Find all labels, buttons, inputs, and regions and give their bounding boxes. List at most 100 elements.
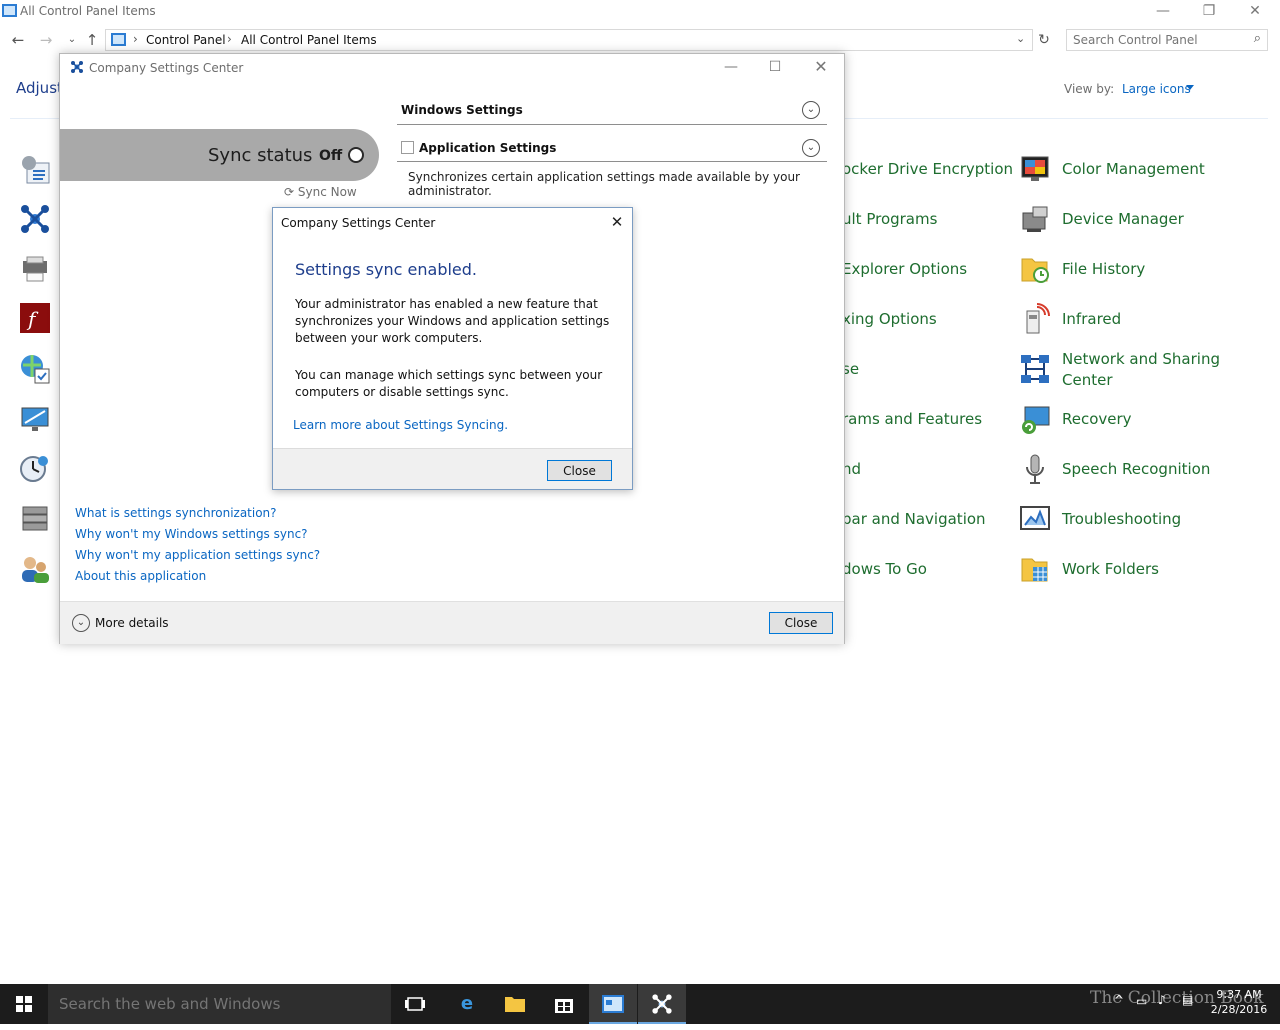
section-divider: [397, 161, 827, 162]
cp-item-default-programs[interactable]: ult Programs: [842, 210, 937, 228]
tray-chevron-icon[interactable]: ^: [1114, 993, 1124, 1007]
display-icon[interactable]: [19, 403, 51, 435]
control-panel-title-bar: All Control Panel Items — ❐ ✕: [0, 0, 1280, 24]
section-divider: [397, 124, 827, 125]
user-accounts-icon[interactable]: [19, 553, 51, 585]
up-arrow-icon[interactable]: ↑: [82, 30, 102, 50]
taskbar-search-box[interactable]: [48, 984, 391, 1024]
link-application-sync[interactable]: Why won't my application settings sync?: [75, 548, 320, 562]
sync-status-label: Sync status: [208, 145, 313, 166]
view-by-dropdown[interactable]: Large icons: [1122, 82, 1191, 96]
cp-item-network-sharing-line2[interactable]: Center: [1062, 371, 1113, 389]
windows-settings-header[interactable]: Windows Settings: [401, 103, 523, 117]
device-manager-icon[interactable]: [1019, 203, 1051, 235]
restore-button[interactable]: ❐: [1186, 0, 1232, 24]
company-settings-taskbar-icon[interactable]: [638, 984, 686, 1024]
csc-close-footer-button[interactable]: Close: [769, 612, 833, 634]
troubleshooting-icon[interactable]: [1019, 503, 1051, 535]
search-box[interactable]: ⌕: [1066, 29, 1268, 51]
link-what-is-sync[interactable]: What is settings synchronization?: [75, 506, 277, 520]
devices-and-printers-icon[interactable]: [19, 253, 51, 285]
file-explorer-icon[interactable]: [491, 984, 539, 1024]
recovery-icon[interactable]: [1019, 403, 1051, 435]
company-settings-center-icon[interactable]: [19, 203, 51, 235]
cp-item-file-explorer-options[interactable]: Explorer Options: [842, 260, 967, 278]
recent-locations-chevron-icon[interactable]: ⌄: [62, 30, 82, 50]
application-settings-header[interactable]: Application Settings: [419, 141, 556, 155]
view-by-label: View by:: [1064, 82, 1115, 96]
link-about-application[interactable]: About this application: [75, 569, 206, 583]
company-settings-center-small-icon: [71, 61, 83, 73]
dialog-close-icon[interactable]: ✕: [607, 213, 627, 233]
administrative-tools-icon[interactable]: [19, 153, 51, 185]
network-sharing-icon[interactable]: [1019, 353, 1051, 385]
taskbar-search-input[interactable]: [59, 994, 379, 1014]
address-bar-row: ← → ⌄ ↑ › Control Panel › All Control Pa…: [0, 28, 1280, 52]
dialog-footer: Close: [273, 448, 632, 489]
cp-item-device-manager[interactable]: Device Manager: [1062, 210, 1184, 228]
store-icon[interactable]: [540, 984, 588, 1024]
speech-recognition-icon[interactable]: [1019, 453, 1051, 485]
minimize-button[interactable]: —: [1140, 0, 1186, 24]
network-tray-icon[interactable]: ▭: [1136, 994, 1147, 1008]
cp-item-work-folders[interactable]: Work Folders: [1062, 560, 1159, 578]
close-button[interactable]: ✕: [1232, 0, 1278, 24]
dialog-close-button[interactable]: Close: [547, 460, 612, 481]
breadcrumb-separator-icon[interactable]: ›: [133, 32, 138, 46]
learn-more-link[interactable]: Learn more about Settings Syncing.: [293, 418, 508, 432]
cp-item-network-sharing[interactable]: Network and Sharing: [1062, 350, 1220, 368]
sync-now-button[interactable]: ⟳ Sync Now: [284, 185, 357, 199]
task-view-icon[interactable]: [391, 984, 439, 1024]
cp-item-troubleshooting[interactable]: Troubleshooting: [1062, 510, 1181, 528]
flash-player-icon[interactable]: f: [19, 302, 51, 334]
view-by-caret-icon[interactable]: [1186, 85, 1194, 90]
breadcrumb-separator-icon[interactable]: ›: [227, 32, 232, 46]
address-dropdown-chevron-icon[interactable]: ⌄: [1016, 32, 1025, 45]
more-details-label[interactable]: More details: [95, 616, 169, 630]
storage-spaces-icon[interactable]: [19, 503, 51, 535]
cp-item-color-management[interactable]: Color Management: [1062, 160, 1205, 178]
start-windows-icon[interactable]: [0, 984, 48, 1024]
control-panel-taskbar-icon[interactable]: [589, 984, 637, 1024]
csc-close-button[interactable]: ✕: [798, 56, 844, 80]
cp-item-indexing-options[interactable]: xing Options: [842, 310, 937, 328]
windows-settings-expand-chevron-icon[interactable]: ⌄: [802, 101, 820, 119]
work-folders-icon[interactable]: [1019, 553, 1051, 585]
cp-item-windows-to-go[interactable]: dows To Go: [842, 560, 927, 578]
csc-maximize-button[interactable]: ☐: [752, 56, 798, 80]
address-box[interactable]: › Control Panel › All Control Panel Item…: [105, 29, 1033, 51]
cp-item-taskbar-navigation[interactable]: bar and Navigation: [842, 510, 986, 528]
cp-item-recovery[interactable]: Recovery: [1062, 410, 1132, 428]
tray-clock[interactable]: 9:37 AM 2/28/2016: [1200, 987, 1278, 1017]
sync-toggle[interactable]: [348, 147, 364, 163]
color-management-icon[interactable]: [1019, 153, 1051, 185]
forward-arrow-icon[interactable]: →: [36, 30, 56, 50]
cp-item-speech-recognition[interactable]: Speech Recognition: [1062, 460, 1210, 478]
more-details-chevron-icon[interactable]: ⌄: [72, 614, 90, 632]
breadcrumb-all-items[interactable]: All Control Panel Items: [241, 33, 377, 47]
breadcrumb-control-panel[interactable]: Control Panel: [146, 33, 226, 47]
date-and-time-icon[interactable]: [19, 453, 51, 485]
csc-footer: ⌄ More details Close: [60, 601, 844, 644]
cp-item-bitlocker[interactable]: ocker Drive Encryption: [842, 160, 1013, 178]
infrared-icon[interactable]: [1019, 303, 1051, 335]
refresh-icon[interactable]: ↻: [1034, 30, 1054, 50]
csc-minimize-button[interactable]: —: [708, 56, 754, 80]
search-icon[interactable]: ⌕: [1254, 31, 1261, 46]
cp-item-file-history[interactable]: File History: [1062, 260, 1145, 278]
file-history-icon[interactable]: [1019, 253, 1051, 285]
internet-options-icon[interactable]: [19, 353, 51, 385]
search-input[interactable]: [1073, 32, 1243, 48]
application-settings-checkbox[interactable]: [401, 141, 414, 154]
control-panel-icon: [2, 4, 17, 17]
back-arrow-icon[interactable]: ←: [8, 30, 28, 50]
application-settings-expand-chevron-icon[interactable]: ⌄: [802, 139, 820, 157]
action-center-icon[interactable]: ▤: [1182, 993, 1193, 1007]
cp-item-infrared[interactable]: Infrared: [1062, 310, 1121, 328]
volume-tray-icon[interactable]: ♪: [1158, 993, 1166, 1007]
cp-item-programs-features[interactable]: rams and Features: [842, 410, 982, 428]
application-settings-description: Synchronizes certain application setting…: [408, 170, 800, 198]
link-windows-sync[interactable]: Why won't my Windows settings sync?: [75, 527, 308, 541]
taskbar: e The Collection Book ^ ▭ ♪ ▤ 9:37 AM 2/…: [0, 984, 1280, 1024]
edge-browser-icon[interactable]: e: [443, 984, 491, 1024]
